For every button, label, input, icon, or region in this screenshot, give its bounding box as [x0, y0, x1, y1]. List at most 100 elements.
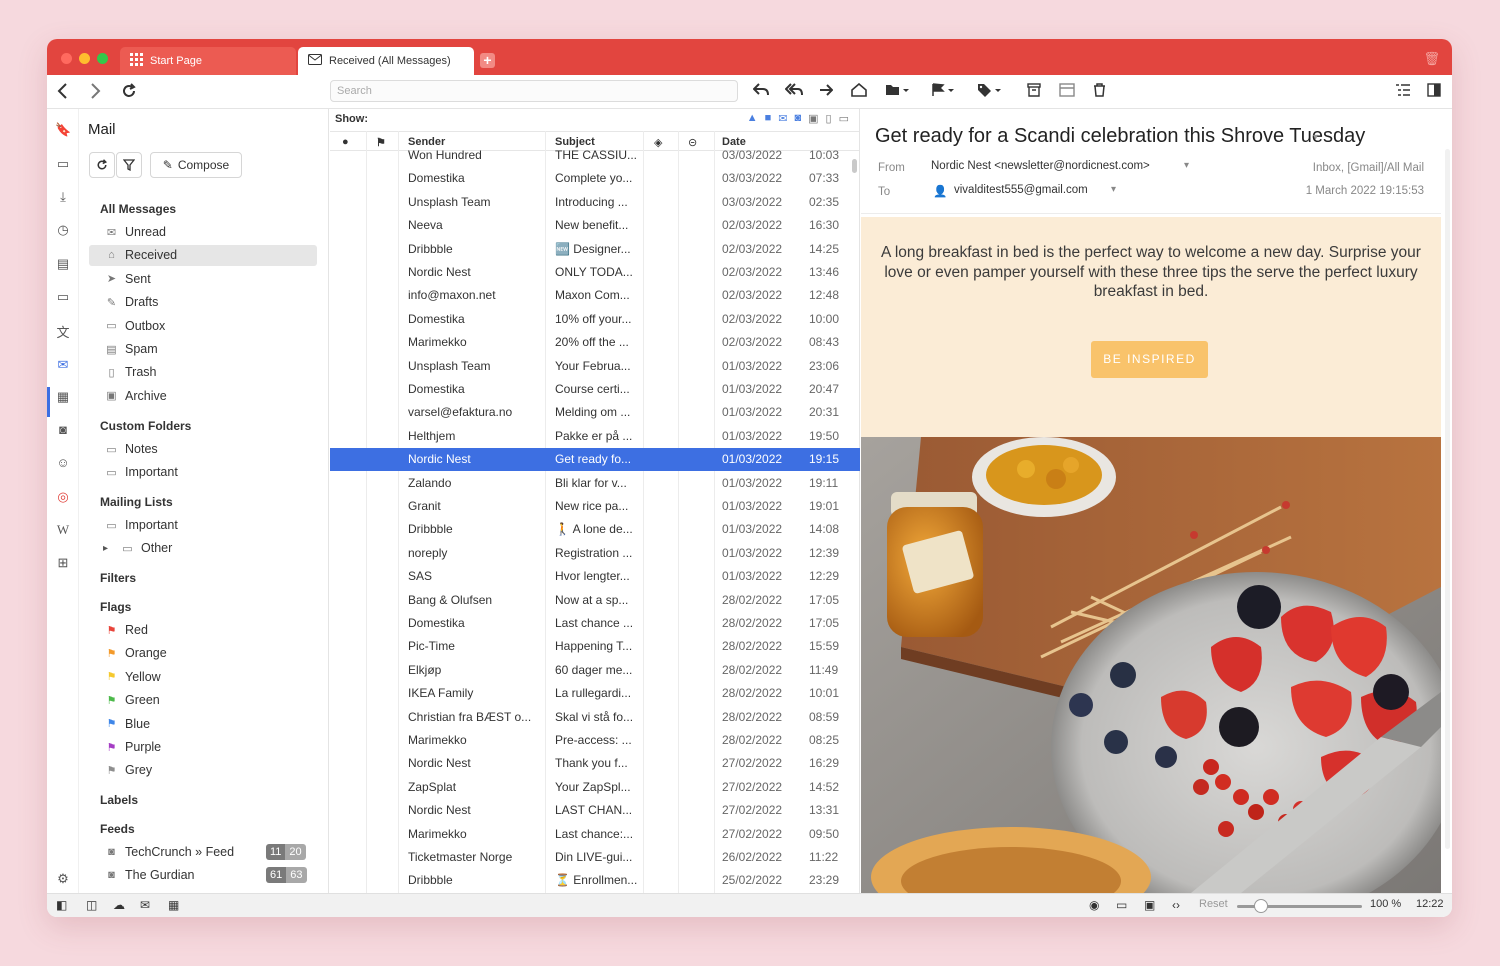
translate-icon[interactable]: 文	[55, 322, 71, 341]
tab-received[interactable]: Received (All Messages)	[298, 47, 474, 75]
message-list-scrollbar[interactable]	[852, 159, 857, 173]
mail-icon[interactable]: ✉	[55, 357, 71, 373]
tab-start-page[interactable]: Start Page	[120, 47, 296, 75]
to-chevron-down-icon[interactable]: ▾	[1111, 184, 1116, 195]
feed-filter-icon[interactable]: ◙	[794, 112, 801, 125]
message-row[interactable]: IKEA Family La rullegardi... 28/02/2022 10:…	[330, 682, 860, 705]
folder-item-sent[interactable]: ➤ Sent	[105, 269, 151, 289]
contacts-icon[interactable]: ☺	[55, 455, 71, 470]
message-row[interactable]: Helthjem Pakke er på ... 01/03/2022 19:50	[330, 425, 860, 448]
reading-list-icon[interactable]: ▭	[55, 156, 71, 172]
tab-tiling-icon[interactable]: ◫	[86, 898, 97, 912]
feeds-heading[interactable]: Feeds	[100, 822, 135, 836]
message-row[interactable]: Marimekko Last chance:... 27/02/2022 09:50	[330, 823, 860, 846]
window-panel-icon[interactable]: ▭	[55, 289, 71, 305]
all-messages-heading[interactable]: All Messages	[100, 202, 176, 216]
tiling-icon[interactable]: ▭	[1116, 898, 1127, 912]
sync-cloud-icon[interactable]: ☁	[113, 898, 125, 912]
flag-purple[interactable]: ⚑ Purple	[105, 737, 162, 757]
message-row[interactable]: SAS Hvor lengter... 01/03/2022 12:29	[330, 565, 860, 588]
history-icon[interactable]: ◷	[55, 222, 71, 238]
flag-orange[interactable]: ⚑ Orange	[105, 643, 167, 663]
filters-heading[interactable]: Filters	[100, 571, 136, 585]
custom-folders-heading[interactable]: Custom Folders	[100, 419, 191, 433]
folder-item-unread[interactable]: ✉ Unread	[105, 222, 166, 242]
message-row[interactable]: Nordic Nest Get ready fo... 01/03/2022 19:1…	[330, 448, 860, 472]
close-window-button[interactable]	[61, 53, 72, 64]
archive-filter-icon[interactable]: ▣	[808, 112, 818, 125]
junk-filter-icon[interactable]: ▭	[839, 112, 849, 125]
folder-item-trash[interactable]: ▯ Trash	[105, 362, 156, 382]
flag-yellow[interactable]: ⚑ Yellow	[105, 667, 161, 687]
from-address[interactable]: Nordic Nest <newsletter@nordicnest.com>	[931, 160, 1150, 172]
folder-item-drafts[interactable]: ✎ Drafts	[105, 292, 158, 312]
message-row[interactable]: Won Hundred THE CASSIU... 03/03/2022 10:03	[330, 144, 860, 167]
search-input[interactable]	[330, 80, 738, 102]
flag-green[interactable]: ⚑ Green	[105, 690, 160, 710]
message-row[interactable]: varsel@efaktura.no Melding om ... 01/03/20…	[330, 401, 860, 424]
feed-item[interactable]: ◙ The Gurdian	[105, 865, 194, 885]
message-row[interactable]: Nordic Nest Thank you f... 27/02/2022 16:29	[330, 752, 860, 775]
inbox-filter-icon[interactable]: ▲	[747, 112, 758, 125]
reset-zoom-button[interactable]: Reset	[1199, 898, 1228, 910]
flag-blue[interactable]: ⚑ Blue	[105, 714, 150, 734]
message-row[interactable]: info@maxon.net Maxon Com... 02/03/2022 12:4…	[330, 284, 860, 307]
message-row[interactable]: Marimekko Pre-access: ... 28/02/2022 08:25	[330, 729, 860, 752]
folder-item-received[interactable]: ⌂ Received	[105, 245, 177, 265]
message-row[interactable]: Nordic Nest LAST CHAN... 27/02/2022 13:31	[330, 799, 860, 822]
to-address[interactable]: vivalditest555@gmail.com	[954, 184, 1088, 196]
forward-icon[interactable]	[819, 83, 834, 100]
calendar-status-icon[interactable]: ▦	[168, 898, 179, 912]
message-row[interactable]: Elkjøp 60 dager me... 28/02/2022 11:49	[330, 659, 860, 682]
closed-tabs-trash-icon[interactable]: 🗑	[1423, 51, 1440, 67]
message-row[interactable]: Dribbble 🆕 Designer... 02/03/2022 14:25	[330, 238, 860, 261]
folder-item-outbox[interactable]: ▭ Outbox	[105, 316, 165, 336]
add-panel-icon[interactable]: ⊞	[55, 555, 71, 571]
calendar-icon[interactable]: ▦	[55, 389, 71, 405]
folder-item-spam[interactable]: ▤ Spam	[105, 339, 157, 359]
chevron-right-icon[interactable]: ▸	[103, 543, 108, 554]
from-chevron-down-icon[interactable]: ▾	[1184, 160, 1189, 171]
feed-item[interactable]: ◙ TechCrunch » Feed	[105, 842, 234, 862]
message-row[interactable]: Unsplash Team Your Februa... 01/03/2022 23:…	[330, 355, 860, 378]
zoom-window-button[interactable]	[97, 53, 108, 64]
capture-icon[interactable]: ◉	[1089, 898, 1099, 912]
message-row[interactable]: Ticketmaster Norge Din LIVE-gui... 26/02/2…	[330, 846, 860, 869]
message-row[interactable]: Domestika Last chance ... 28/02/2022 17:05	[330, 612, 860, 635]
custom-folder-notes[interactable]: ▭ Notes	[105, 439, 157, 459]
vivaldi-icon[interactable]: ◎	[55, 489, 71, 505]
message-row[interactable]: Dribbble 🚶 A lone de... 01/03/2022 14:08	[330, 518, 860, 541]
message-row[interactable]: Domestika 10% off your... 02/03/2022 10:00	[330, 308, 860, 331]
mail-status-icon[interactable]: ✉	[140, 898, 150, 912]
mark-read-icon[interactable]	[851, 82, 867, 100]
page-actions-icon[interactable]: ‹›	[1172, 898, 1180, 912]
labels-heading[interactable]: Labels	[100, 793, 138, 807]
folder-filter-icon[interactable]: ■	[765, 112, 772, 125]
flag-red[interactable]: ⚑ Red	[105, 620, 148, 640]
notes-icon[interactable]: ▤	[55, 256, 71, 272]
mailing-list-important[interactable]: ▭ Important	[105, 515, 178, 535]
message-row[interactable]: Bang & Olufsen Now at a sp... 28/02/2022 17…	[330, 589, 860, 612]
refresh-mail-button[interactable]	[89, 152, 115, 178]
reload-button[interactable]	[121, 83, 137, 104]
message-row[interactable]: ZapSplat Your ZapSpl... 27/02/2022 14:52	[330, 776, 860, 799]
flag-grey[interactable]: ⚑ Grey	[105, 760, 153, 780]
bookmarks-icon[interactable]: 🔖	[55, 122, 71, 138]
message-row[interactable]: Marimekko 20% off the ... 02/03/2022 08:43	[330, 331, 860, 354]
new-tab-button[interactable]: +	[480, 53, 495, 68]
message-row[interactable]: Zalando Bli klar for v... 01/03/2022 19:11	[330, 472, 860, 495]
mailing-lists-heading[interactable]: Mailing Lists	[100, 495, 173, 509]
trash-filter-icon[interactable]: ▯	[826, 112, 832, 125]
reader-scrollbar[interactable]	[1445, 149, 1450, 849]
mail-filter-icon[interactable]: ✉	[778, 112, 787, 125]
downloads-icon[interactable]: ⤓	[55, 189, 71, 205]
message-row[interactable]: Dribbble ⏳ Enrollmen... 25/02/2022 23:29	[330, 869, 860, 892]
compose-button[interactable]: ✎ Compose	[150, 152, 242, 178]
minimize-window-button[interactable]	[79, 53, 90, 64]
message-row[interactable]: Granit New rice pa... 01/03/2022 19:01	[330, 495, 860, 518]
message-row[interactable]: Nordic Nest ONLY TODA... 02/03/2022 13:46	[330, 261, 860, 284]
junk-icon[interactable]	[1059, 83, 1075, 100]
wikipedia-icon[interactable]: W	[55, 522, 71, 538]
images-icon[interactable]: ▣	[1144, 898, 1155, 912]
message-row[interactable]: Neeva New benefit... 02/03/2022 16:30	[330, 214, 860, 237]
